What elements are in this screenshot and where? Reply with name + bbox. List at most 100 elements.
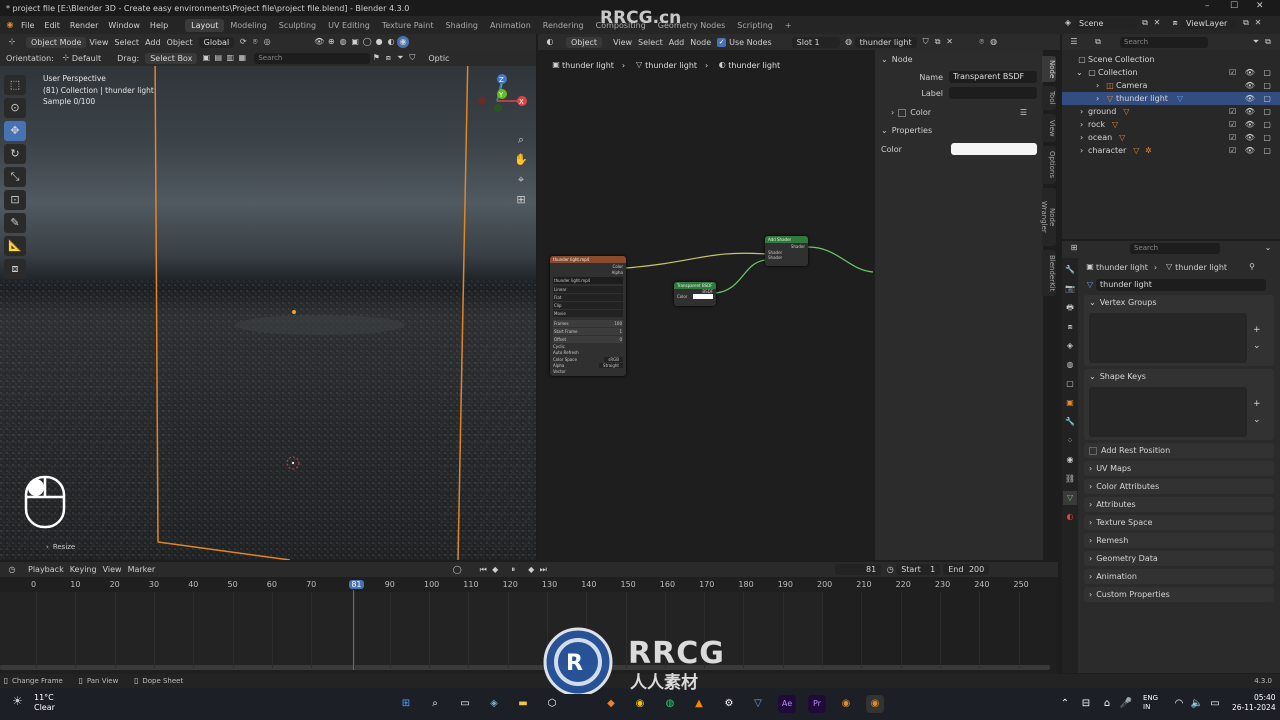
tab-rendering[interactable]: Rendering [537, 19, 590, 32]
wireframe-shading-icon[interactable]: ◯ [361, 36, 373, 48]
delete-viewlayer-icon[interactable]: ✕ [1252, 17, 1264, 29]
blender-active-taskbar-icon[interactable]: ◉ [866, 695, 884, 713]
scene-tab-icon[interactable]: ◈ [1063, 339, 1077, 353]
add-cube-tool-icon[interactable]: ⧈ [4, 259, 26, 279]
properties-search-input[interactable]: Search [1130, 242, 1220, 254]
shape-keys-panel[interactable]: ⌄ Shape Keys + ⌄ [1084, 369, 1274, 440]
properties-type-icon[interactable]: ⊞ [1068, 242, 1080, 254]
tab-texture-paint[interactable]: Texture Paint [376, 19, 440, 32]
duplicate-material-icon[interactable]: ⧉ [932, 36, 944, 48]
sidebar-tab-options[interactable]: Options [1042, 146, 1056, 184]
task-view-icon[interactable]: ▭ [456, 695, 474, 713]
outliner-item-rock[interactable]: › rock ▽ ☑ 👁 ▢ [1062, 118, 1280, 131]
add-shader-node[interactable]: Add Shader Shader Shader Shader [765, 236, 808, 266]
node-label-field[interactable] [949, 87, 1037, 99]
tab-layout[interactable]: Layout [185, 18, 225, 32]
menu-edit[interactable]: Edit [39, 21, 65, 30]
vertex-groups-list[interactable] [1089, 313, 1247, 363]
timeline-menu-view[interactable]: View [103, 565, 122, 574]
alpha-selector[interactable]: Straight [599, 363, 623, 368]
node-overlay-icon[interactable]: ◍ [988, 36, 1000, 48]
select-box-tool-icon[interactable]: ⬚ [4, 75, 26, 95]
solid-shading-icon[interactable]: ● [373, 36, 385, 48]
overlay-icon[interactable]: ◍ [337, 36, 349, 48]
premiere-icon[interactable]: Pr [808, 695, 826, 713]
windows-start-icon[interactable]: ⊞ [397, 695, 415, 713]
viewport-menu-add[interactable]: Add [145, 38, 161, 47]
offset-value[interactable]: 0 [619, 337, 622, 342]
material-shading-icon[interactable]: ◐ [385, 36, 397, 48]
projection-selector[interactable]: Flat [553, 294, 623, 301]
mesh-datablock-field[interactable]: thunder light [1096, 279, 1266, 291]
pan-hand-icon[interactable]: ✋ [512, 150, 530, 170]
outliner-filter-icon[interactable]: ⏷ [1250, 36, 1262, 48]
viewport-menu-view[interactable]: View [89, 38, 108, 47]
outliner-item-ground[interactable]: › ground ▽ ☑ 👁 ▢ [1062, 105, 1280, 118]
use-nodes-checkbox[interactable]: ✓ [717, 37, 727, 47]
tab-animation[interactable]: Animation [484, 19, 537, 32]
outliner-item-scene-collection[interactable]: ▢ Scene Collection [1062, 53, 1280, 66]
timeline-scrollbar[interactable] [0, 665, 1050, 670]
outliner-search-input[interactable]: Search [1120, 36, 1208, 48]
rendered-shading-icon[interactable]: ◉ [397, 36, 410, 48]
mode-selector[interactable]: Object Mode [26, 36, 87, 48]
tray-expand-icon[interactable]: ⌃ [1056, 695, 1074, 713]
material-tab-icon[interactable]: ◐ [1063, 510, 1077, 524]
attributes-panel[interactable]: › Attributes [1084, 497, 1274, 512]
move-tool-icon[interactable]: ✥ [4, 121, 26, 141]
shield-icon[interactable]: ⛉ [406, 52, 418, 64]
timeline-editor[interactable]: ◷ Playback Keying View Marker ◯ ⏮ ◆ ⏸ ◆ … [0, 562, 1058, 674]
orientation-selector[interactable]: Default [72, 54, 101, 63]
vector-input[interactable]: Vector [553, 369, 623, 374]
zoom-icon[interactable]: ⌕ [512, 130, 530, 150]
tab-sculpting[interactable]: Sculpting [273, 19, 322, 32]
battery-icon[interactable]: ▭ [1206, 695, 1224, 713]
physics-tab-icon[interactable]: ◉ [1063, 453, 1077, 467]
select-mode-icon[interactable]: ▣ [200, 52, 212, 64]
outliner-item-ocean[interactable]: › ocean ▽ ☑ 👁 ▢ [1062, 131, 1280, 144]
measure-tool-icon[interactable]: 📐 [4, 236, 26, 256]
extension-selector[interactable]: Clip [553, 302, 623, 309]
playhead-frame-label[interactable]: 81 [349, 580, 364, 589]
app-icon-2[interactable]: ◆ [602, 695, 620, 713]
sidebar-tab-node[interactable]: Node [1042, 56, 1056, 82]
snap-target-icon[interactable]: ⧈ [382, 52, 394, 64]
outliner-item-collection[interactable]: ⌄ ▢ Collection ☑ 👁 ▢ [1062, 66, 1280, 79]
timeline-menu-keying[interactable]: Keying [70, 565, 97, 574]
tab-modeling[interactable]: Modeling [224, 19, 272, 32]
app-icon-1[interactable]: ⬡ [543, 695, 561, 713]
vlc-icon[interactable]: ▲ [690, 695, 708, 713]
language-indicator[interactable]: ENG IN [1143, 694, 1158, 712]
tool-tab-icon[interactable]: 🔧 [1063, 263, 1077, 277]
timeline-menu-marker[interactable]: Marker [128, 565, 156, 574]
new-viewlayer-icon[interactable]: ⧉ [1240, 17, 1252, 29]
select-extend-icon[interactable]: ▤ [212, 52, 224, 64]
clock[interactable]: 05:40 26-11-2024 [1232, 693, 1276, 713]
add-workspace-button[interactable]: + [779, 19, 798, 32]
transform-orientation-selector[interactable]: Global [198, 36, 235, 48]
start-frame-field[interactable]: Start 1 [896, 564, 941, 575]
viewport-menu-select[interactable]: Select [114, 38, 139, 47]
ortho-grid-icon[interactable]: ⊞ [512, 190, 530, 210]
search-icon[interactable]: ⌕ [426, 695, 444, 713]
menu-help[interactable]: Help [145, 21, 173, 30]
tray-icon-2[interactable]: ⌂ [1098, 695, 1116, 713]
material-name-field[interactable]: thunder light [854, 36, 917, 48]
node-menu-node[interactable]: Node [690, 38, 711, 47]
snap-icon[interactable]: ⌾ [249, 36, 261, 48]
image-texture-node[interactable]: thunder light.mp4 Color Alpha thunder li… [550, 256, 626, 376]
shader-type-selector[interactable]: Object [566, 36, 603, 48]
tray-icon-1[interactable]: ⊟ [1077, 695, 1095, 713]
pin-icon[interactable]: ⚲ [1246, 261, 1258, 273]
custom-properties-panel[interactable]: › Custom Properties [1084, 587, 1274, 602]
image-file-field[interactable]: thunder light.mp4 [553, 277, 623, 284]
node-editor-type-icon[interactable]: ◐ [544, 36, 556, 48]
node-color-checkbox[interactable] [898, 108, 907, 117]
menu-render[interactable]: Render [65, 21, 103, 30]
visibility-icon[interactable]: 👁 [313, 36, 325, 48]
list-icon[interactable]: ☰ [1020, 108, 1027, 117]
node-name-field[interactable]: Transparent BSDF [949, 71, 1037, 83]
blender-taskbar-icon[interactable]: ◉ [837, 695, 855, 713]
sidebar-tab-blenderkit[interactable]: BlenderKit [1042, 250, 1056, 296]
add-rest-position-row[interactable]: Add Rest Position [1084, 443, 1274, 458]
